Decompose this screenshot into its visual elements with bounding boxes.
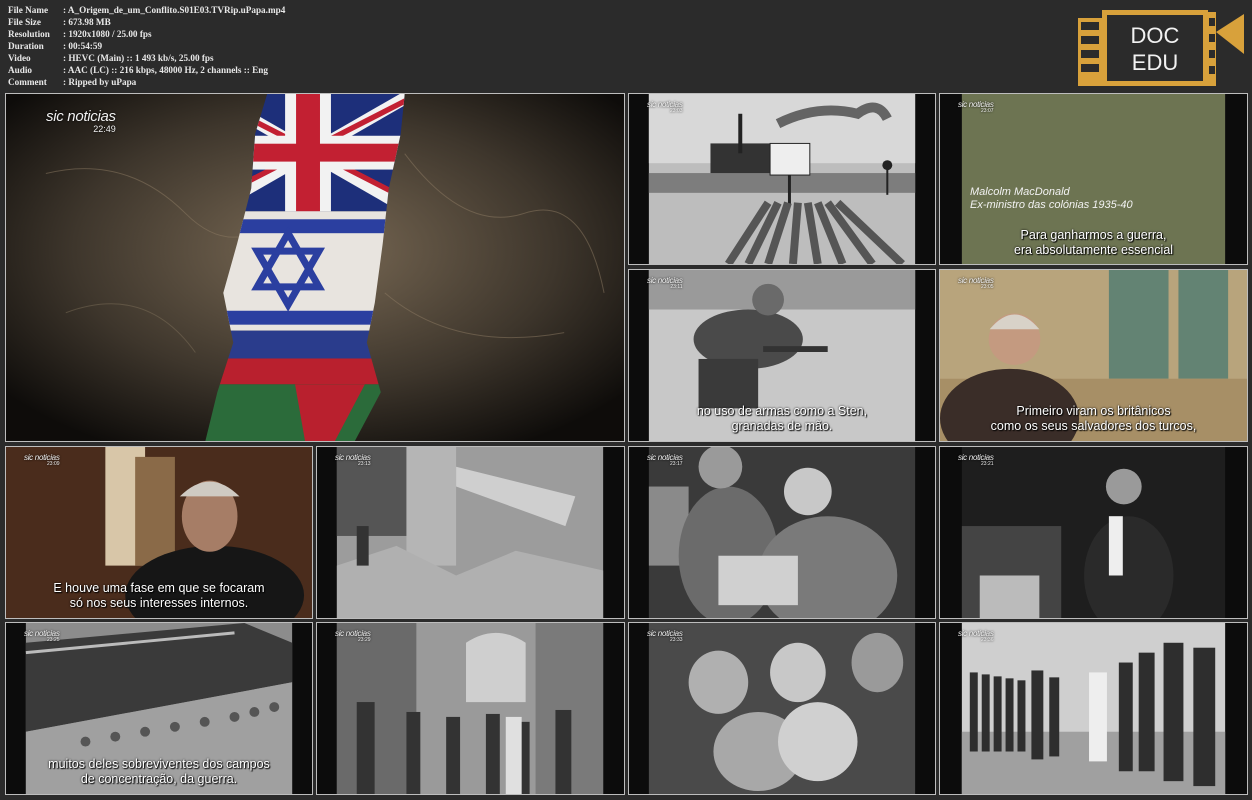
channel-watermark: sic noticias 23:05 [958,276,994,290]
subtitle: no uso de armas como a Sten, granadas de… [696,404,868,433]
channel-watermark: sic noticias 23:25 [24,629,60,643]
subtitle: E houve uma fase em que se focaram só no… [53,581,265,610]
channel-watermark: sic noticias 23:07 [958,100,994,114]
docedu-logo: DOC EDU [1078,10,1244,86]
frame-military-parade: sic noticias 23:36 [939,622,1248,795]
frame-radio-operators: sic noticias 23:17 [628,446,936,619]
channel-watermark: sic noticias 22:49 [46,108,116,134]
frame-malcolm-macdonald: sic noticias 23:07 Malcolm MacDonald Ex-… [939,93,1248,265]
main-frame-flags-map: sic noticias 22:49 [5,93,625,442]
radio-operators-image [629,447,935,618]
frame-rubble: sic noticias 23:13 [316,446,625,619]
channel-watermark: sic noticias 23:11 [647,276,683,290]
channel-watermark: sic noticias 23:21 [958,453,994,467]
media-info-panel: File Name: A_Origem_de_um_Conflito.S01E0… [8,4,285,88]
info-row-filesize: File Size: 673.98 MB [8,17,111,27]
frame-ship-pipes: sic noticias 23:03 [628,93,936,265]
channel-watermark: sic noticias 23:17 [647,453,683,467]
rubble-image [317,447,624,618]
channel-watermark: sic noticias 23:33 [647,629,683,643]
speaker-caption: Malcolm MacDonald Ex-ministro das colóni… [970,186,1133,212]
timestamp: 22:49 [93,124,116,134]
channel-watermark: sic noticias 23:36 [958,629,994,643]
speaker-title: Ex-ministro das colónias 1935-40 [970,199,1133,211]
info-row-video: Video: HEVC (Main) :: 1 493 kb/s, 25.00 … [8,53,214,63]
info-row-resolution: Resolution: 1920x1080 / 25.00 fps [8,29,152,39]
frame-street-crowd: sic noticias 23:29 [316,622,625,795]
channel-watermark: sic noticias 23:09 [24,453,60,467]
speaker-podium-image [940,447,1247,618]
subtitle: Para ganharmos a guerra, era absolutamen… [1013,228,1174,257]
flags-map-image [6,94,624,441]
info-row-comment: Comment: Ripped by uPapa [8,77,137,87]
frame-celebrating-people: sic noticias 23:33 [628,622,936,795]
channel-watermark: sic noticias 23:13 [335,453,371,467]
ship-pipes-image [629,94,935,264]
frame-speaker-podium: sic noticias 23:21 [939,446,1248,619]
channel-watermark: sic noticias 23:03 [647,100,683,114]
celebrating-people-image [629,623,935,794]
channel-watermark: sic noticias 23:29 [335,629,371,643]
info-row-filename: File Name: A_Origem_de_um_Conflito.S01E0… [8,5,286,15]
frame-interview-older-man: sic noticias 23:09 E houve uma fase em q… [5,446,313,619]
military-parade-image [940,623,1247,794]
subtitle: muitos deles sobreviventes dos campos de… [48,757,270,786]
street-crowd-image [317,623,624,794]
info-row-duration: Duration: 00:54:59 [8,41,103,51]
info-row-audio: Audio: AAC (LC) :: 216 kbps, 48000 Hz, 2… [8,65,268,75]
speaker-name: Malcolm MacDonald [970,186,1070,198]
subtitle: Primeiro viram os britânicos como os seu… [990,404,1197,433]
logo-text-doc: DOC [1131,23,1180,48]
frame-soldier-kneeling: sic noticias 23:11 no uso de armas como … [628,269,936,442]
logo-text-edu: EDU [1132,50,1178,75]
frame-ship-survivors: sic noticias 23:25 muitos deles sobreviv… [5,622,313,795]
frame-interview-man-glasses: sic noticias 23:05 Primeiro viram os bri… [939,269,1248,442]
